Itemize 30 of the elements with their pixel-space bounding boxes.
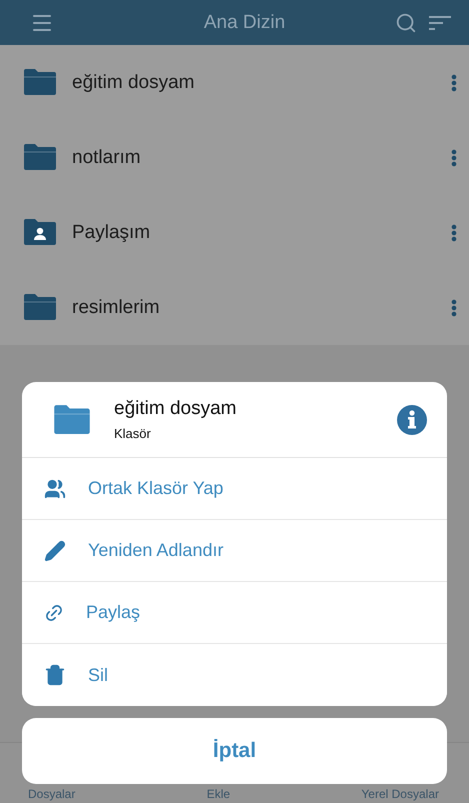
shared-folder-icon	[22, 218, 58, 247]
info-icon[interactable]	[397, 404, 427, 434]
sheet-title: eğitim dosyam	[114, 398, 238, 420]
cancel-button[interactable]: İptal	[22, 718, 447, 784]
folder-icon	[22, 143, 58, 172]
more-icon[interactable]	[451, 298, 457, 316]
search-button[interactable]	[395, 12, 417, 34]
people-icon	[44, 478, 66, 500]
folder-name: Paylaşım	[72, 222, 152, 244]
screen-title: Ana Dizin	[202, 12, 286, 34]
sheet-subtitle: Klasör	[114, 426, 152, 441]
folder-icon	[22, 293, 58, 322]
trash-icon	[44, 664, 66, 686]
more-icon[interactable]	[451, 148, 457, 166]
tab[interactable]: Yerel Dosyalar	[361, 787, 439, 801]
more-icon[interactable]	[451, 74, 457, 92]
folder-row[interactable]: Paylaşım	[0, 195, 469, 270]
folder-icon	[22, 68, 58, 97]
more-icon[interactable]	[451, 224, 457, 242]
folder-icon	[52, 404, 92, 436]
folder-name: resimlerim	[72, 296, 161, 318]
folder-name: notlarım	[72, 146, 142, 168]
tab[interactable]: Ekle	[206, 787, 230, 801]
folder-row[interactable]: notlarım	[0, 120, 469, 195]
folder-row[interactable]: eğitim dosyam	[0, 45, 469, 120]
pencil-icon	[44, 540, 66, 562]
tab[interactable]: Dosyalar	[28, 787, 76, 801]
folder-row[interactable]: resimlerim	[0, 270, 469, 345]
sort-button[interactable]	[429, 14, 451, 30]
folder-name: eğitim dosyam	[72, 72, 196, 94]
